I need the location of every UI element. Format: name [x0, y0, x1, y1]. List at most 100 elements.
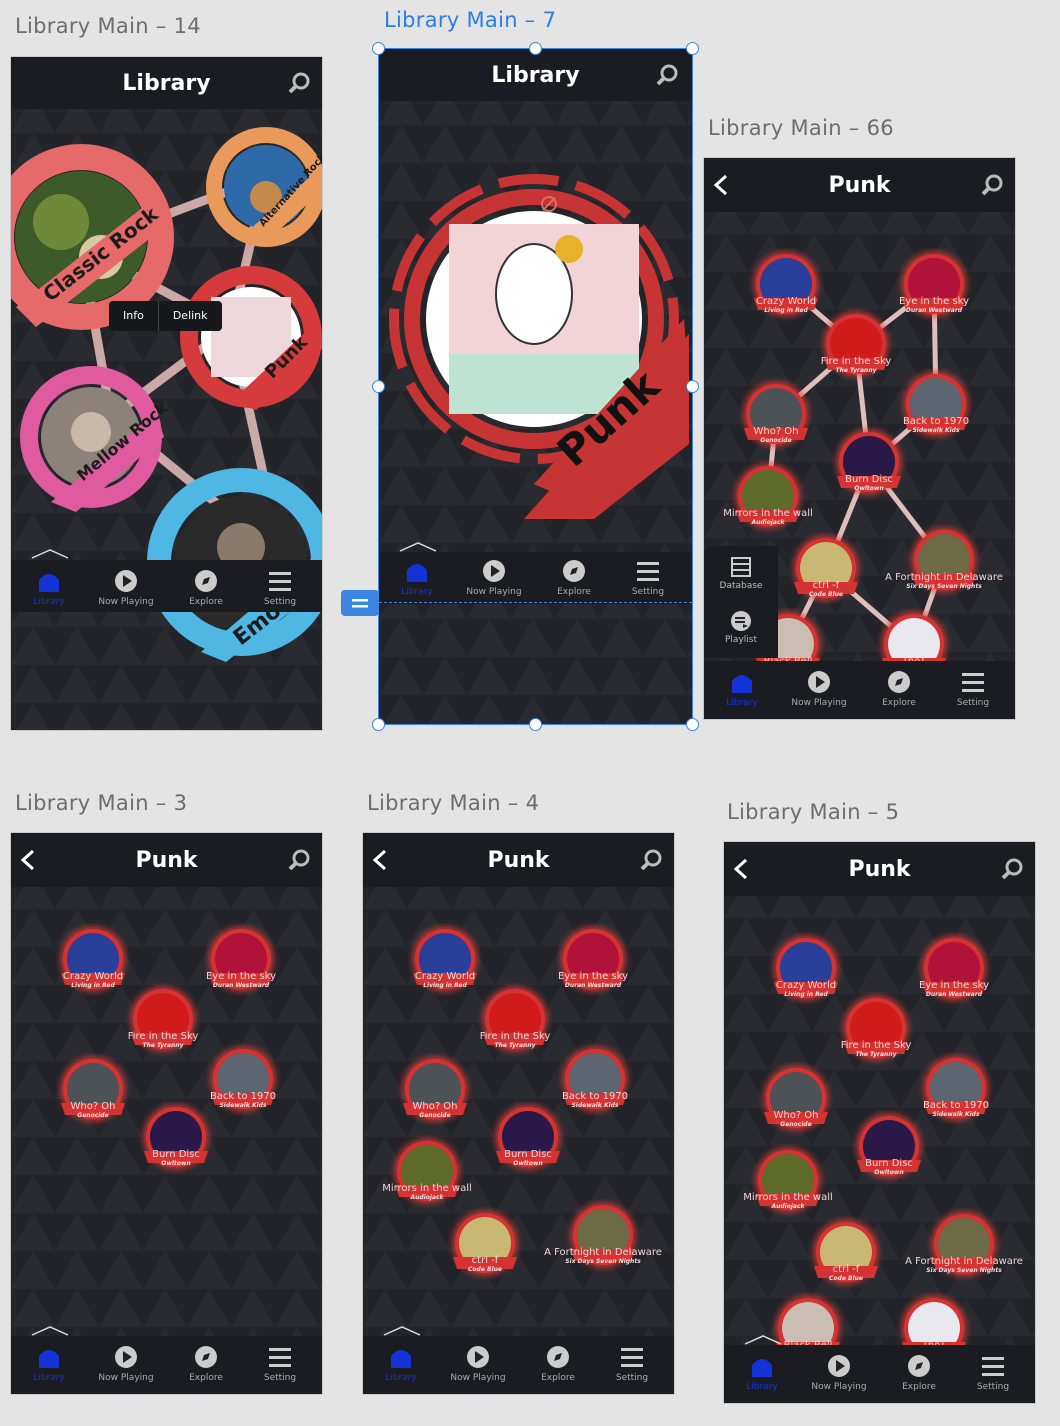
album-node[interactable]: ctrl -f Code Blue — [786, 532, 866, 612]
tab-now-playing[interactable]: Now Playing — [91, 1344, 161, 1383]
resize-handle[interactable] — [529, 42, 542, 55]
search-icon[interactable] — [981, 174, 1003, 196]
tab-setting[interactable]: Setting — [251, 568, 309, 607]
artboard-label-14[interactable]: Library Main – 14 — [15, 14, 201, 38]
album-node[interactable]: Mirrors in the wall Audiojack — [723, 460, 813, 540]
menu-icon — [621, 1348, 643, 1367]
resize-handle[interactable] — [372, 42, 385, 55]
album-node[interactable]: Crazy World Living in Red — [53, 923, 133, 1003]
tab-label: Library — [726, 698, 758, 708]
tab-explore[interactable]: Explore — [176, 1344, 236, 1383]
tab-setting[interactable]: Setting — [964, 1353, 1022, 1392]
album-node[interactable]: ctrl -f Code Blue — [806, 1216, 886, 1296]
tab-setting[interactable]: Setting — [619, 558, 677, 597]
album-node[interactable]: Eye in the sky Duran Westward — [894, 248, 974, 328]
tab-label: Setting — [615, 1373, 649, 1383]
tab-label: Library — [33, 1373, 65, 1383]
artboard-label-66[interactable]: Library Main – 66 — [708, 116, 894, 140]
unlink-icon[interactable] — [539, 194, 559, 214]
viewport-handle[interactable] — [341, 590, 379, 616]
tab-now-playing[interactable]: Now Playing — [459, 558, 529, 597]
album-node[interactable]: Burn Disc Owltown — [829, 426, 909, 506]
artboard-label-5[interactable]: Library Main – 5 — [727, 800, 899, 824]
album-node[interactable]: A Fortnight in Delaware Six Days Seven Ni… — [905, 1208, 1023, 1288]
album-title: Mirrors in the wall — [723, 508, 813, 519]
genre-node-punk-large[interactable]: Punk — [384, 124, 689, 519]
album-label: Who? Oh Genocide — [753, 426, 798, 444]
artboard-label-3[interactable]: Library Main – 3 — [15, 791, 187, 815]
album-node[interactable]: Who? Oh Genocide — [53, 1053, 133, 1133]
genre-node-alternative-rock[interactable]: Alternative Rock — [206, 127, 322, 247]
genre-node-punk[interactable]: Punk — [176, 262, 322, 412]
tab-setting[interactable]: Setting — [251, 1344, 309, 1383]
resize-handle[interactable] — [529, 718, 542, 731]
tab-explore[interactable]: Explore — [528, 1344, 588, 1383]
album-node[interactable]: Who? Oh Genocide — [756, 1062, 836, 1142]
tab-library[interactable]: Library — [371, 1344, 431, 1383]
tab-library[interactable]: Library — [19, 568, 79, 607]
tab-now-playing[interactable]: Now Playing — [91, 568, 161, 607]
album-node[interactable]: Fire in the Sky The Tyranny — [475, 983, 555, 1063]
album-node[interactable]: A Fortnight in Delaware Six Days Seven Ni… — [885, 524, 1003, 604]
tab-now-playing[interactable]: Now Playing — [784, 669, 854, 708]
album-node[interactable]: Burn Disc Owltown — [136, 1101, 216, 1181]
tab-setting[interactable]: Setting — [603, 1344, 661, 1383]
album-node[interactable]: A Fortnight in Delaware Six Days Seven Ni… — [544, 1199, 662, 1279]
tab-library[interactable]: Library — [732, 1353, 792, 1392]
resize-handle[interactable] — [686, 380, 699, 393]
artboard-label-4[interactable]: Library Main – 4 — [367, 791, 539, 815]
tab-library[interactable]: Library — [19, 1344, 79, 1383]
album-art — [60, 1056, 126, 1122]
tab-library[interactable]: Library — [387, 558, 447, 597]
album-node[interactable]: Who? Oh Genocide — [736, 378, 816, 458]
tab-explore[interactable]: Explore — [869, 669, 929, 708]
search-icon[interactable] — [640, 849, 662, 871]
album-node[interactable]: Fire in the Sky The Tyranny — [816, 308, 896, 388]
album-node[interactable]: Who? Oh Genocide — [395, 1053, 475, 1133]
tab-explore[interactable]: Explore — [889, 1353, 949, 1392]
frame-library-main-7[interactable]: Punk Library Library Now Playing Explore… — [378, 48, 693, 725]
album-node[interactable]: Crazy World Living in Red — [766, 932, 846, 1012]
album-node[interactable]: Eye in the sky Duran Westward — [914, 932, 994, 1012]
album-node[interactable]: Fire in the Sky The Tyranny — [123, 983, 203, 1063]
info-button[interactable]: Info — [109, 301, 158, 331]
album-node[interactable]: Crazy World Living in Red — [746, 248, 826, 328]
tab-bar: Library Now Playing Explore Setting — [724, 1345, 1035, 1403]
album-node[interactable]: Burn Disc Owltown — [849, 1110, 929, 1190]
search-icon[interactable] — [1001, 858, 1023, 880]
album-artist: Sidewalk Kids — [571, 1102, 619, 1109]
playlist-label: Playlist — [725, 635, 757, 645]
resize-handle[interactable] — [372, 718, 385, 731]
search-icon[interactable] — [656, 64, 678, 86]
playlist-button[interactable]: Playlist — [704, 610, 778, 645]
tab-setting[interactable]: Setting — [944, 669, 1002, 708]
album-node[interactable]: Crazy World Living in Red — [405, 923, 485, 1003]
album-node[interactable]: Eye in the sky Duran Westward — [201, 923, 281, 1003]
album-label: Mirrors in the wall Audiojack — [382, 1183, 472, 1201]
tab-now-playing[interactable]: Now Playing — [804, 1353, 874, 1392]
album-node[interactable]: Burn Disc Owltown — [488, 1101, 568, 1181]
album-node[interactable]: Mirrors in the wall Audiojack — [382, 1135, 472, 1215]
album-art — [813, 1219, 879, 1285]
tab-library[interactable]: Library — [712, 669, 772, 708]
tab-explore[interactable]: Explore — [176, 568, 236, 607]
resize-handle[interactable] — [686, 42, 699, 55]
database-button[interactable]: Database — [704, 556, 778, 591]
album-artist: Duran Westward — [905, 307, 963, 314]
menu-icon — [269, 572, 291, 591]
album-node[interactable]: Eye in the sky Duran Westward — [553, 923, 633, 1003]
drawer-caret-icon[interactable] — [30, 548, 70, 560]
album-node[interactable]: ctrl -f Code Blue — [445, 1207, 525, 1287]
album-node[interactable]: Fire in the Sky The Tyranny — [836, 992, 916, 1072]
resize-handle[interactable] — [372, 380, 385, 393]
resize-handle[interactable] — [686, 718, 699, 731]
delink-button[interactable]: Delink — [159, 301, 222, 331]
tab-explore[interactable]: Explore — [544, 558, 604, 597]
album-artist: Sidewalk Kids — [912, 427, 960, 434]
search-icon[interactable] — [288, 849, 310, 871]
album-node[interactable]: Mirrors in the wall Audiojack — [743, 1144, 833, 1224]
album-label: Crazy World Living in Red — [63, 971, 123, 989]
search-icon[interactable] — [288, 72, 310, 94]
artboard-label-7[interactable]: Library Main – 7 — [384, 8, 556, 32]
tab-now-playing[interactable]: Now Playing — [443, 1344, 513, 1383]
